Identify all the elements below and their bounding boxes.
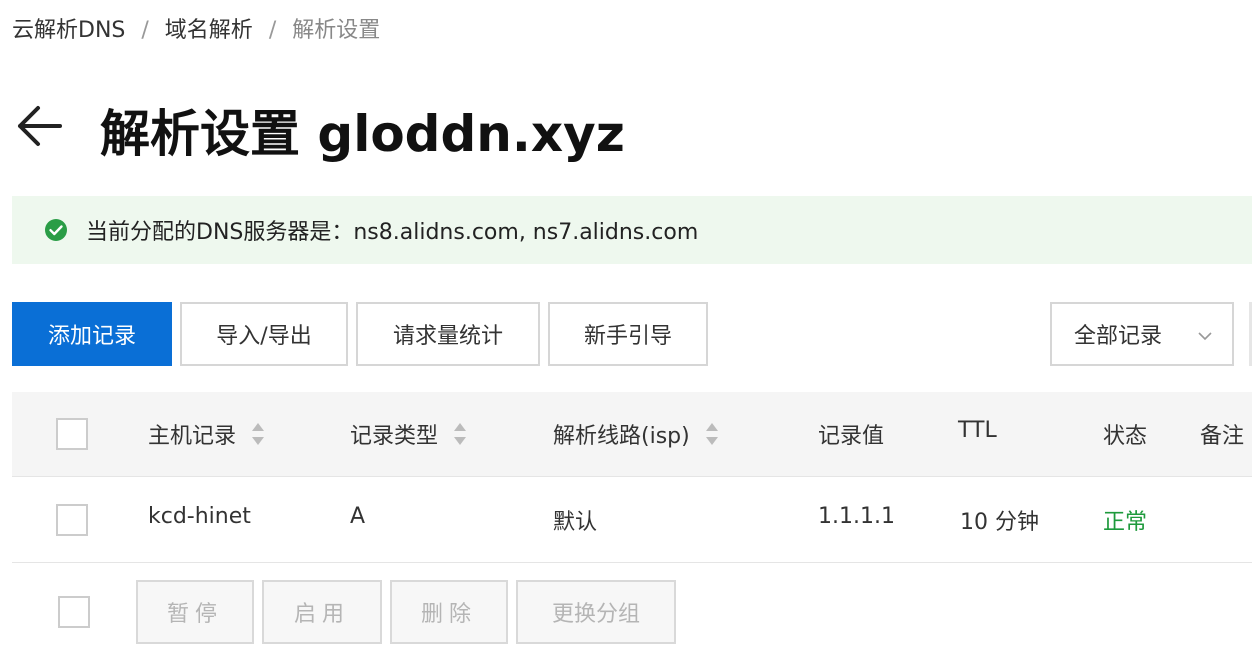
batch-select-checkbox[interactable]	[58, 596, 90, 628]
column-header-ttl: TTL	[958, 418, 997, 443]
breadcrumb-separator: /	[141, 18, 149, 43]
cell-type: A	[350, 504, 366, 529]
record-filter-value: 全部记录	[1074, 324, 1163, 349]
request-stats-button[interactable]: 请求量统计	[356, 302, 540, 366]
chevron-down-icon	[1196, 326, 1214, 344]
column-header-type[interactable]: 记录类型	[350, 418, 468, 450]
breadcrumb: 云解析DNS / 域名解析 / 解析设置	[12, 12, 380, 44]
alert-message: 当前分配的DNS服务器是：ns8.alidns.com, ns7.alidns.…	[86, 220, 699, 245]
sort-icon[interactable]	[250, 421, 266, 447]
column-header-type-label: 记录类型	[350, 424, 439, 449]
breadcrumb-separator: /	[268, 18, 277, 43]
check-circle-icon	[44, 218, 68, 242]
column-header-remark: 备注	[1200, 424, 1245, 449]
column-header-line[interactable]: 解析线路(isp)	[553, 418, 720, 450]
column-header-line-label: 解析线路(isp)	[553, 424, 690, 449]
row-checkbox[interactable]	[56, 504, 88, 536]
sort-icon[interactable]	[452, 421, 468, 447]
back-arrow-icon[interactable]	[14, 100, 66, 152]
import-export-button[interactable]: 导入/导出	[180, 302, 348, 366]
select-all-checkbox[interactable]	[56, 418, 88, 450]
change-group-button[interactable]: 更换分组	[516, 580, 676, 644]
record-filter-select[interactable]: 全部记录	[1050, 302, 1234, 366]
row-divider	[12, 562, 1252, 563]
column-header-status: 状态	[1103, 424, 1148, 449]
cell-line: 默认	[553, 510, 598, 535]
page-title: 解析设置 gloddn.xyz	[100, 105, 625, 163]
breadcrumb-item-domain[interactable]: 域名解析	[165, 18, 253, 43]
delete-button[interactable]: 删除	[390, 580, 508, 644]
column-header-value: 记录值	[818, 424, 885, 449]
cell-value: 1.1.1.1	[818, 504, 895, 529]
dns-server-alert: 当前分配的DNS服务器是：ns8.alidns.com, ns7.alidns.…	[12, 196, 1252, 264]
add-record-button[interactable]: 添加记录	[12, 302, 172, 366]
column-header-host-label: 主机记录	[148, 424, 237, 449]
column-header-host[interactable]: 主机记录	[148, 418, 266, 450]
cell-status: 正常	[1103, 510, 1148, 535]
breadcrumb-item-dns[interactable]: 云解析DNS	[12, 18, 125, 43]
breadcrumb-item-current: 解析设置	[292, 18, 381, 43]
enable-button[interactable]: 启用	[262, 580, 382, 644]
sort-icon[interactable]	[704, 421, 720, 447]
cell-ttl: 10 分钟	[960, 510, 1039, 535]
pause-button[interactable]: 暂停	[136, 580, 254, 644]
beginner-guide-button[interactable]: 新手引导	[548, 302, 708, 366]
cell-host: kcd-hinet	[148, 504, 251, 529]
